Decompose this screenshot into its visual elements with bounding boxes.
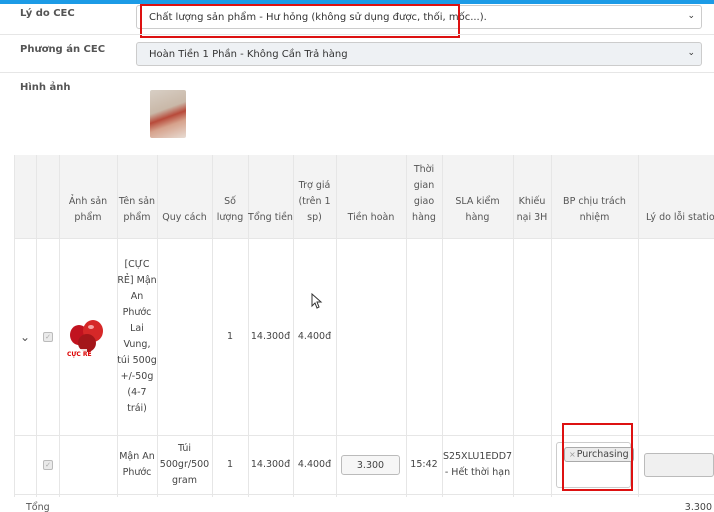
product-name: [CỰC RẺ] Mận An Phước Lai Vung, túi 500g… — [117, 259, 157, 414]
variant-qty: 1 — [226, 459, 234, 470]
chevron-down-icon: ⌄ — [687, 11, 695, 21]
col-header-spec: Quy cách — [162, 212, 207, 223]
variant-total: 14.300đ — [250, 459, 291, 470]
col-header-station-reason: Lý do lỗi station — [646, 212, 714, 223]
col-header-refund: Tiền hoàn — [347, 212, 395, 223]
divider — [14, 494, 714, 495]
divider — [36, 155, 37, 497]
product-qty: 1 — [226, 331, 234, 342]
highlight-box-dept — [562, 423, 633, 491]
col-header-dept: BP chịu trách nhiệm — [563, 196, 626, 223]
svg-text:CỰC RẺ: CỰC RẺ — [67, 350, 92, 358]
plan-label: Phương án CEC — [20, 44, 106, 55]
col-header-name: Tên sản phẩm — [118, 196, 156, 223]
total-value: 3.300 — [684, 502, 712, 512]
col-header-sla: SLA kiểm hàng — [455, 196, 500, 223]
image-label: Hình ảnh — [20, 82, 71, 93]
row-checkbox[interactable]: ✓ — [43, 460, 53, 470]
evidence-photo-thumbnail[interactable] — [150, 90, 186, 138]
delivery-time: 15:42 — [410, 459, 438, 470]
expand-chevron-icon[interactable]: ⌄ — [14, 239, 36, 435]
divider — [0, 34, 714, 35]
variant-subsidy: 4.400đ — [297, 459, 332, 470]
variant-spec: Túi 500gr/500 gram — [159, 443, 210, 486]
divider — [0, 72, 714, 73]
refund-input[interactable]: 3.300 — [341, 455, 400, 475]
col-header-complaint: Khiếu nại 3H — [516, 196, 548, 223]
product-subsidy: 4.400đ — [297, 331, 332, 342]
product-total: 14.300đ — [250, 331, 291, 342]
col-header-image: Ảnh sản phẩm — [68, 196, 108, 223]
chevron-down-icon: ⌄ — [687, 48, 695, 58]
row-checkbox[interactable]: ✓ — [43, 332, 53, 342]
col-header-qty: Số lượng — [216, 196, 244, 223]
product-image[interactable]: CỰC RẺ — [65, 315, 111, 359]
col-header-delivery-time: Thời gian giao hàng — [412, 164, 436, 223]
mouse-cursor-icon — [311, 293, 323, 309]
col-header-subsidy: Trợ giá (trên 1 sp) — [298, 180, 331, 223]
total-label: Tổng — [26, 502, 50, 512]
highlight-box-reason — [140, 4, 460, 38]
plum-image: CỰC RẺ — [65, 320, 103, 358]
plan-select[interactable]: Hoàn Tiền 1 Phần - Không Cần Trả hàng ⌄ — [136, 42, 702, 66]
variant-name: Mận An Phước — [119, 451, 155, 478]
sla-status: S25XLU1EDD7 - Hết thời hạn — [442, 451, 513, 478]
col-header-total: Tổng tiền — [248, 212, 293, 223]
plan-select-value: Hoàn Tiền 1 Phần - Không Cần Trả hàng — [149, 48, 348, 60]
reason-label: Lý do CEC — [20, 8, 75, 19]
station-reason-select[interactable] — [644, 453, 714, 477]
